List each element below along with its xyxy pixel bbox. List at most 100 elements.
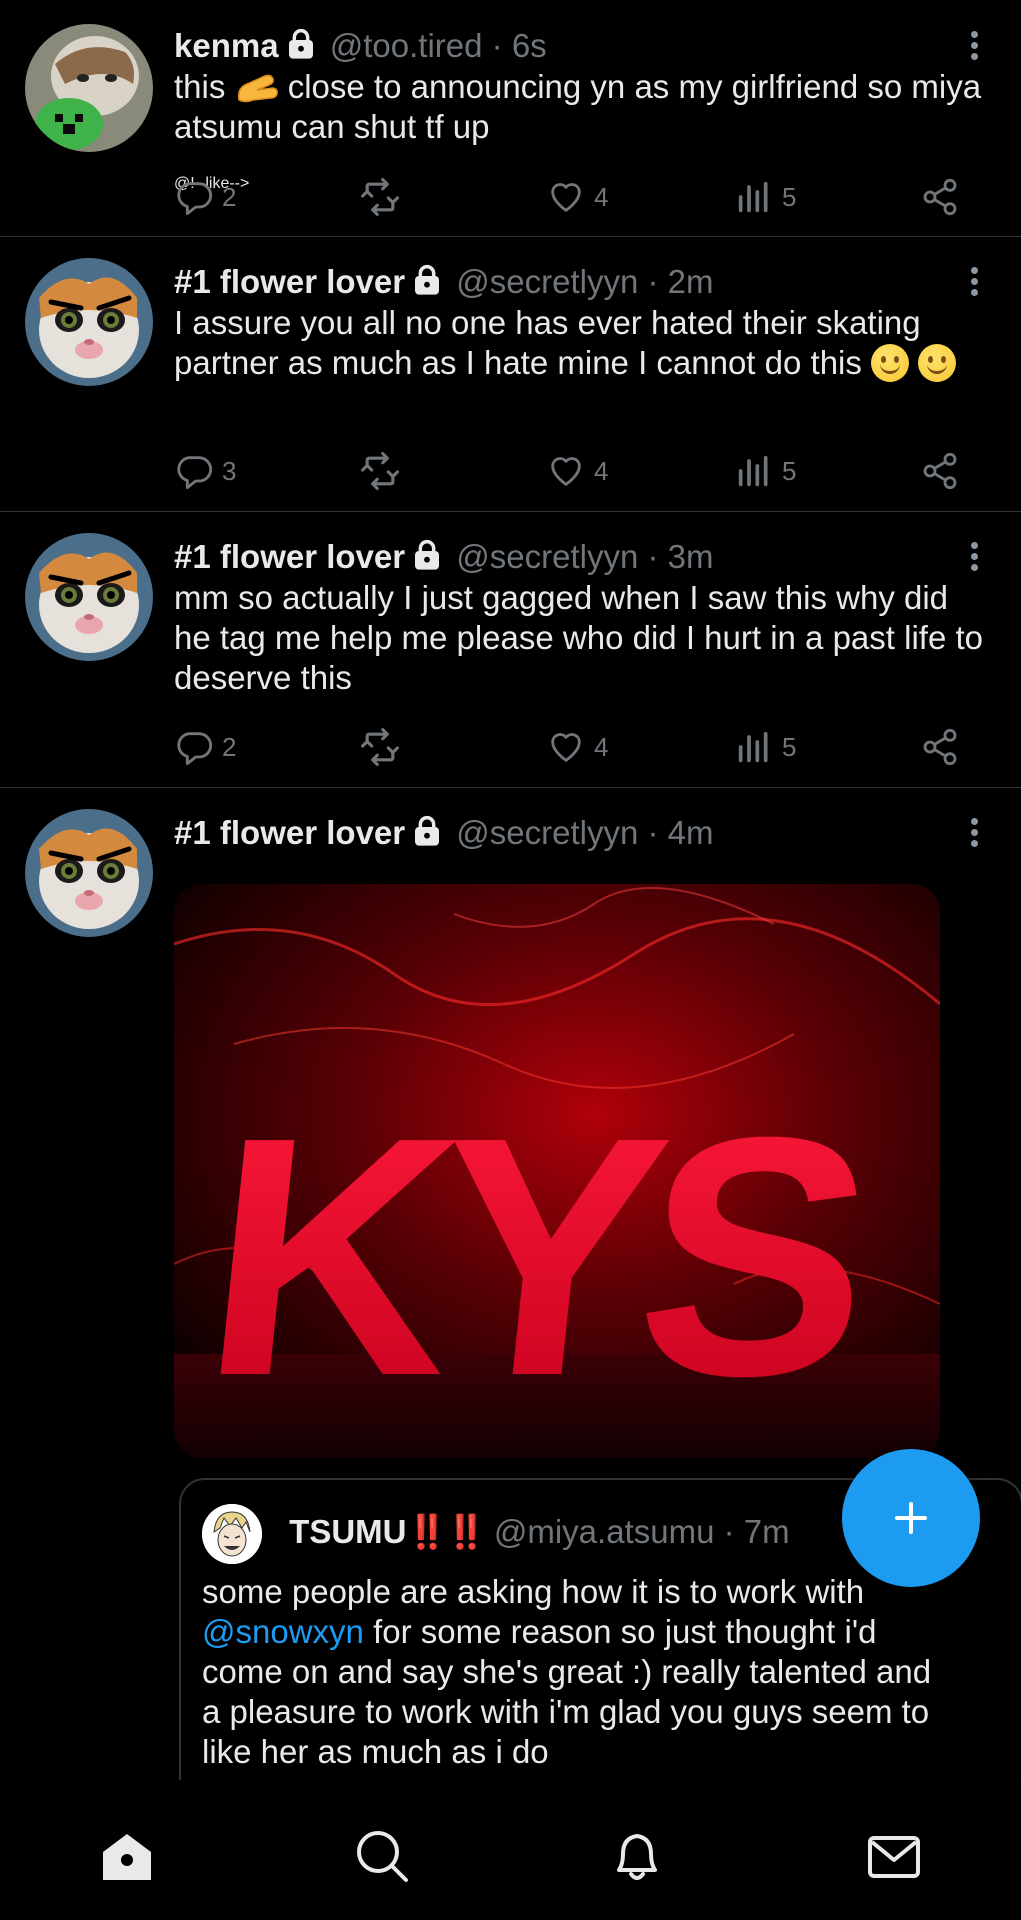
smiling-face-emoji: [871, 344, 910, 382]
share-button[interactable]: [920, 449, 960, 493]
tweet-header: kenma @too.tired · 6s: [174, 26, 941, 66]
pinching-hand-emoji: [237, 74, 278, 103]
share-icon: [920, 177, 960, 217]
double-exclamation-emoji: ‼️‼️: [406, 1513, 487, 1550]
bottom-nav: [0, 1780, 1021, 1920]
tweet-actions: 3 4 5: [174, 449, 974, 493]
views-button[interactable]: 5: [734, 175, 796, 219]
reply-icon: [174, 177, 214, 217]
more-icon[interactable]: [967, 539, 981, 575]
tweet-text: this close to announcing yn as my girlfr…: [174, 67, 991, 147]
avatar[interactable]: [25, 24, 153, 152]
timestamp: · 2m: [647, 263, 714, 300]
more-icon[interactable]: [967, 815, 981, 851]
views-button[interactable]: 5: [734, 725, 796, 769]
plus-icon: [895, 1502, 927, 1534]
tweet-actions: 2 4 5: [174, 725, 974, 769]
views-icon: [734, 727, 774, 767]
tweet-actions: 2 @!--like--> 4 5: [174, 175, 974, 219]
display-name[interactable]: #1 flower lover: [174, 263, 405, 300]
smiling-face-emoji: [918, 344, 957, 382]
more-icon[interactable]: [967, 28, 981, 64]
lock-icon: [411, 539, 443, 571]
share-button[interactable]: [920, 175, 960, 219]
views-icon: [734, 451, 774, 491]
reply-button[interactable]: 2: [174, 175, 236, 219]
quoted-display-name[interactable]: TSUMU: [289, 1513, 406, 1550]
reply-count: 3: [222, 455, 237, 486]
like-button[interactable]: 4: [546, 725, 608, 769]
avatar-image: [25, 24, 153, 152]
retweet-icon: [358, 175, 402, 219]
tweet-text: mm so actually I just gagged when I saw …: [174, 579, 983, 696]
search-icon[interactable]: [352, 1826, 412, 1886]
quoted-tweet-header: TSUMU‼️‼️ @miya.atsumu · 7m: [202, 1504, 790, 1565]
bell-icon[interactable]: [607, 1826, 667, 1886]
heart-icon: [546, 177, 586, 217]
compose-button[interactable]: [842, 1449, 980, 1587]
tweet-text-part: I assure you all no one has ever hated t…: [174, 304, 921, 381]
tweet-header: #1 flower lover @secretlyyn · 2m: [174, 262, 941, 302]
tweet[interactable]: kenma @too.tired · 6s this close to anno…: [0, 0, 1021, 237]
like-count: 4: [594, 455, 609, 486]
share-button[interactable]: [920, 725, 960, 769]
retweet-icon: [358, 449, 402, 493]
tweet-header: #1 flower lover @secretlyyn · 4m: [174, 813, 941, 853]
views-button[interactable]: 5: [734, 449, 796, 493]
tweet-text: I assure you all no one has ever hated t…: [174, 303, 991, 383]
avatar[interactable]: [25, 533, 153, 661]
reply-button[interactable]: 2: [174, 725, 236, 769]
tweet-image[interactable]: KYS: [174, 884, 940, 1458]
retweet-icon: [358, 725, 402, 769]
avatar-image: [25, 258, 153, 386]
views-count: 5: [782, 181, 797, 212]
handle[interactable]: @too.tired: [330, 27, 483, 64]
display-name[interactable]: #1 flower lover: [174, 814, 405, 851]
quoted-tweet-text: some people are asking how it is to work…: [202, 1572, 942, 1772]
retweet-button[interactable]: [358, 725, 402, 769]
tweet-image-graphic: KYS: [174, 884, 940, 1458]
handle[interactable]: @secretlyyn: [456, 814, 638, 851]
reply-count: 2: [222, 731, 237, 762]
mention-link[interactable]: @snowxyn: [202, 1613, 364, 1650]
lock-icon: [411, 815, 443, 847]
quoted-handle[interactable]: @miya.atsumu: [494, 1513, 715, 1550]
handle[interactable]: @secretlyyn: [456, 263, 638, 300]
heart-icon: [546, 727, 586, 767]
display-name[interactable]: #1 flower lover: [174, 538, 405, 575]
views-count: 5: [782, 455, 797, 486]
like-button[interactable]: 4: [546, 175, 608, 219]
retweet-button[interactable]: [358, 175, 402, 219]
quoted-text-part: some people are asking how it is to work…: [202, 1573, 865, 1610]
reply-count: 2: [222, 181, 237, 212]
avatar[interactable]: [25, 809, 153, 937]
retweet-button[interactable]: [358, 449, 402, 493]
timestamp: · 6s: [491, 27, 547, 64]
avatar[interactable]: [25, 258, 153, 386]
views-count: 5: [782, 731, 797, 762]
share-icon: [920, 451, 960, 491]
tweet[interactable]: #1 flower lover @secretlyyn · 3m mm so a…: [0, 511, 1021, 788]
share-icon: [920, 727, 960, 767]
image-caption: KYS: [190, 1067, 880, 1447]
timestamp: · 4m: [647, 814, 714, 851]
reply-button[interactable]: 3: [174, 449, 236, 493]
like-count: 4: [594, 181, 609, 212]
heart-icon: [546, 451, 586, 491]
mail-icon[interactable]: [864, 1826, 924, 1886]
display-name[interactable]: kenma: [174, 27, 279, 64]
like-button[interactable]: 4: [546, 449, 608, 493]
reply-icon: [174, 727, 214, 767]
more-icon[interactable]: [967, 264, 981, 300]
handle[interactable]: @secretlyyn: [456, 538, 638, 575]
tweet-text-part: this: [174, 68, 226, 105]
like-count: 4: [594, 731, 609, 762]
lock-icon: [411, 264, 443, 296]
avatar-image: [25, 533, 153, 661]
quoted-timestamp: · 7m: [723, 1513, 790, 1550]
quoted-avatar[interactable]: [202, 1504, 262, 1565]
home-icon[interactable]: [97, 1826, 157, 1886]
tweet-text-part: close to announcing yn as my girlfriend …: [174, 68, 982, 145]
quoted-avatar-image: [202, 1504, 262, 1565]
tweet[interactable]: #1 flower lover @secretlyyn · 2m I assur…: [0, 236, 1021, 512]
